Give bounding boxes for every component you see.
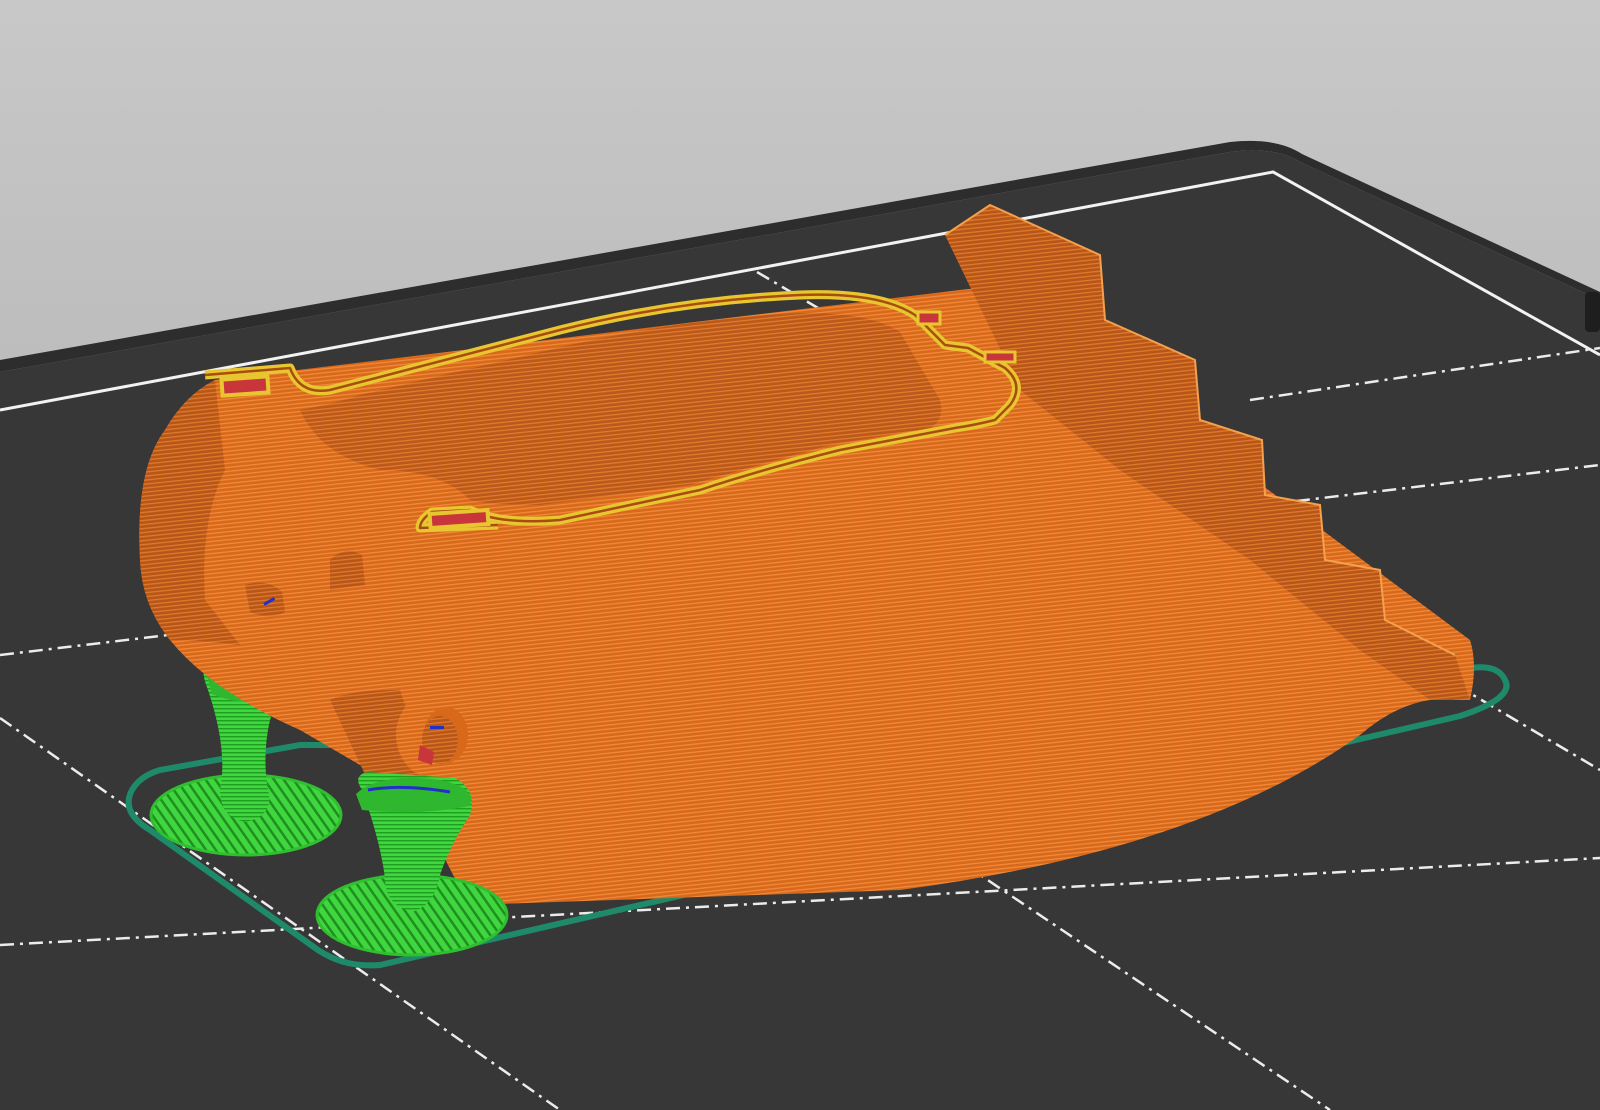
3d-viewport[interactable] <box>0 0 1600 1110</box>
top-solid-pad <box>427 507 491 531</box>
top-solid-pad <box>983 350 1017 364</box>
printed-part-shape <box>330 551 365 590</box>
wipe-mark <box>430 726 444 729</box>
scene-canvas[interactable] <box>0 0 1600 1110</box>
bed-corner-knob <box>1585 292 1600 332</box>
top-solid-pad <box>916 310 942 326</box>
top-solid-pad <box>219 374 271 398</box>
